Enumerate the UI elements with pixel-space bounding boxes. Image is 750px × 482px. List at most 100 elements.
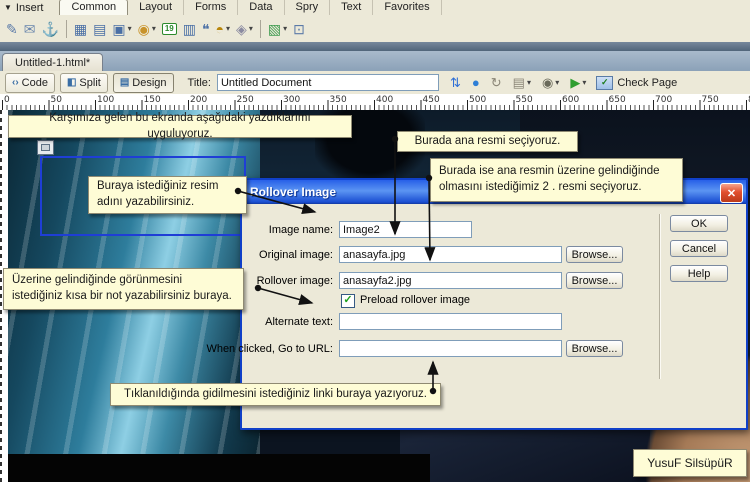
ruler-label: 150 (143, 95, 161, 105)
file-management-icon[interactable]: ⇅ (450, 76, 461, 89)
table-icon: ▦ (73, 20, 88, 37)
comment-icon: ❝ (202, 20, 210, 37)
insert-bar: ▼ Insert Common Layout Forms Data Spry Text Fa… (0, 0, 750, 15)
media-icon[interactable]: ◉ ▾ (135, 18, 159, 40)
named-anchor-icon[interactable]: ⚓ (38, 18, 61, 40)
tab-common[interactable]: Common (59, 0, 129, 15)
check-page-button[interactable]: ✓ Check Page (596, 75, 678, 90)
help-button[interactable]: Help (670, 265, 728, 282)
insert-object-toolbar: ✎ ✉ ⚓ ▦ ▤ ▣ ▾ ◉ ▾ 19 ▥ ❝ ◓ ▾ ◈ ▾ ▧ ▾ ⊡ (0, 15, 750, 42)
tab-data[interactable]: Data (238, 0, 285, 15)
dropdown-arrow-icon[interactable]: ▾ (152, 24, 156, 33)
browse-original-button[interactable]: Browse... (566, 246, 623, 263)
code-view-button[interactable]: ‹› Code (5, 72, 55, 93)
dropdown-arrow-icon[interactable]: ▾ (555, 78, 559, 87)
comment-icon[interactable]: ❝ (199, 18, 213, 40)
dropdown-arrow-icon[interactable]: ▾ (527, 78, 531, 87)
dropdown-arrow-icon[interactable]: ▾ (226, 24, 230, 33)
ok-button[interactable]: OK (670, 215, 728, 232)
document-tab-strip: Untitled-1.html* (0, 51, 750, 71)
templates-icon[interactable]: ▧ ▾ (265, 18, 290, 40)
toolbar-separator (259, 19, 261, 38)
tab-favorites[interactable]: Favorites (373, 0, 442, 15)
media-icon: ◉ (137, 20, 150, 37)
design-view-label: Design (132, 76, 167, 89)
named-anchor-icon: ⚓ (41, 20, 59, 37)
import-tabular-data-icon: ▥ (182, 20, 196, 37)
dropdown-arrow-icon[interactable]: ▾ (128, 24, 132, 33)
design-view-canvas[interactable]: Rollover Image ✕ Image name: Original im… (0, 110, 750, 482)
close-icon[interactable]: ✕ (720, 183, 743, 203)
design-view-button[interactable]: ▤ Design (112, 72, 174, 93)
head-content-icon[interactable]: ◓ ▾ (213, 18, 233, 40)
go-to-url-label: When clicked, Go to URL: (206, 343, 333, 355)
hyperlink-icon[interactable]: ✎ (3, 18, 21, 40)
script-icon: ◈ (236, 20, 247, 37)
preview-in-browser-icon[interactable]: ● (472, 76, 480, 89)
visual-aids-icon[interactable]: ◉ (542, 76, 553, 89)
dialog-title: Rollover Image (250, 185, 337, 199)
ruler-label: 750 (701, 95, 719, 105)
table-icon[interactable]: ▦ (71, 18, 90, 40)
image-placeholder-icon[interactable] (37, 140, 54, 155)
refresh-icon[interactable]: ↻ (491, 76, 502, 89)
insert-div-icon[interactable]: ▤ (90, 18, 109, 40)
tag-chooser-icon[interactable]: ⊡ (290, 18, 308, 40)
alternate-text-label: Alternate text: (265, 316, 333, 328)
script-icon[interactable]: ◈ ▾ (233, 18, 256, 40)
hyperlink-icon: ✎ (6, 20, 18, 37)
date-icon[interactable]: 19 (159, 18, 180, 40)
document-tab[interactable]: Untitled-1.html* (2, 53, 104, 71)
title-label: Title: (187, 76, 211, 89)
callout-note: Tıklanıldığında gidilmesini istediğiniz … (110, 383, 441, 406)
document-title-input[interactable] (216, 74, 439, 91)
document-toolbar: ‹› Code ◧ Split ▤ Design Title: ⇅ ● ↻ ▤ … (0, 71, 750, 95)
dropdown-arrow-icon[interactable]: ▾ (249, 24, 253, 33)
browse-url-button[interactable]: Browse... (566, 340, 623, 357)
view-options-icon[interactable]: ▤ (513, 76, 525, 89)
callout-note: Burada ise ana resmin üzerine gelindiğin… (430, 158, 683, 202)
go-to-url-input[interactable] (339, 340, 562, 357)
ruler-label: 0 (4, 95, 10, 105)
original-image-input[interactable] (339, 246, 562, 263)
ruler-label: 600 (562, 95, 580, 105)
preview-debug-icon[interactable]: ▶ (570, 76, 580, 89)
tab-text[interactable]: Text (330, 0, 374, 15)
email-link-icon[interactable]: ✉ (21, 18, 39, 40)
insert-div-icon: ▤ (93, 20, 107, 37)
ruler-label: 300 (283, 95, 301, 105)
preload-checkbox[interactable]: ✓ (341, 294, 355, 308)
image-name-input[interactable] (339, 221, 472, 238)
dropdown-arrow-icon[interactable]: ▾ (283, 24, 287, 33)
templates-icon: ▧ (267, 20, 282, 37)
images-icon[interactable]: ▣ ▾ (109, 18, 134, 40)
callout-note: Karşımıza gelen bu ekranda aşağıdaki yaz… (8, 112, 352, 140)
cancel-button[interactable]: Cancel (670, 240, 728, 257)
horizontal-ruler: 0 50 100 150 200 250 300 350 400 450 500 550 600 650 7… (0, 94, 750, 111)
toolbar-divider (0, 42, 750, 51)
import-tabular-data-icon[interactable]: ▥ (180, 18, 199, 40)
code-view-label: Code (21, 76, 48, 89)
alternate-text-input[interactable] (339, 313, 562, 330)
rollover-image-input[interactable] (339, 272, 562, 289)
dropdown-arrow-icon[interactable]: ▾ (582, 78, 586, 87)
ruler-label: 450 (422, 95, 440, 105)
check-page-label: Check Page (617, 76, 678, 89)
document-tab-label: Untitled-1.html* (15, 56, 91, 69)
head-content-icon: ◓ (215, 20, 225, 37)
browse-rollover-button[interactable]: Browse... (566, 272, 623, 289)
tab-layout[interactable]: Layout (128, 0, 185, 15)
ruler-label: 250 (236, 95, 254, 105)
split-view-button[interactable]: ◧ Split (59, 72, 108, 93)
ruler-label: 700 (655, 95, 673, 105)
ruler-label: 400 (376, 95, 394, 105)
split-view-label: Split (79, 76, 101, 89)
preload-label: Preload rollover image (360, 294, 471, 306)
original-image-label: Original image: (259, 249, 333, 261)
insert-panel-label[interactable]: Insert (16, 2, 44, 14)
ruler-label: 50 (50, 95, 62, 105)
panel-collapse-icon[interactable]: ▼ (4, 3, 12, 12)
toolbar-separator (65, 19, 67, 38)
tab-forms[interactable]: Forms (184, 0, 239, 15)
tab-spry[interactable]: Spry (285, 0, 331, 15)
